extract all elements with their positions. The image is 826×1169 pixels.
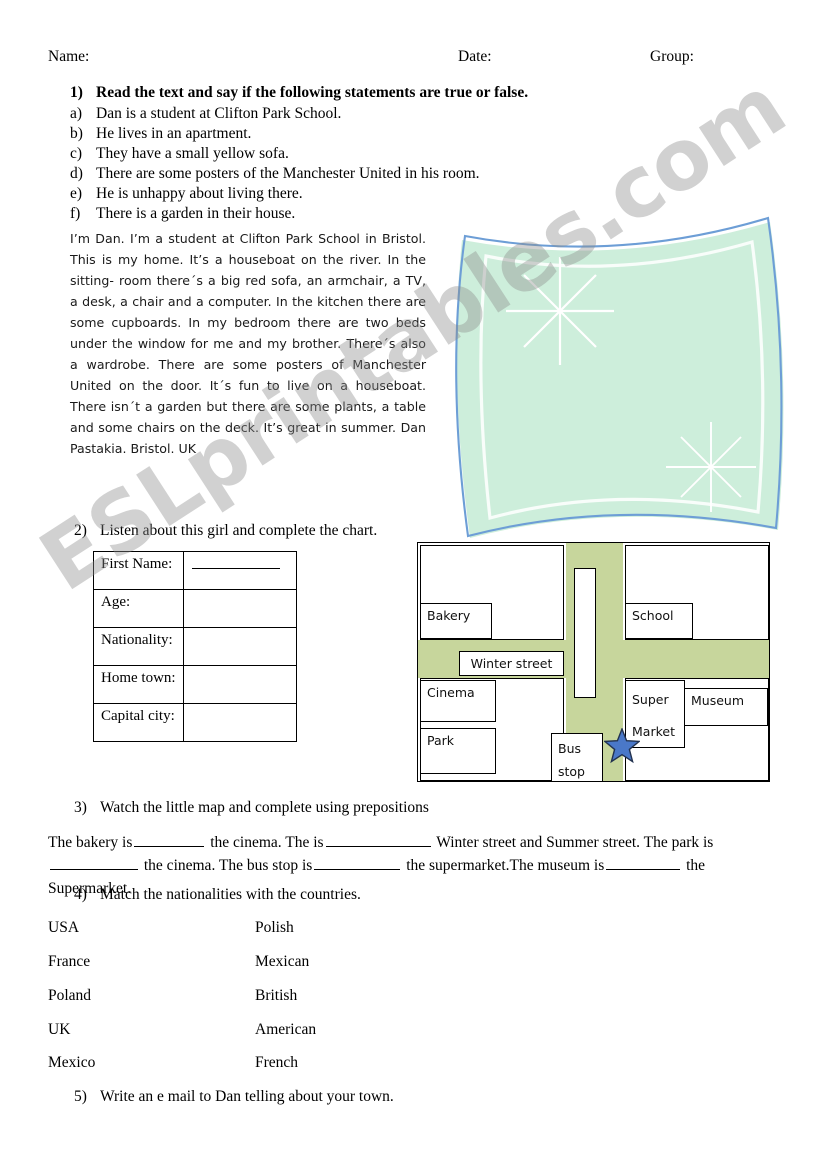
statement-c: c) They have a small yellow sofa. bbox=[70, 145, 289, 162]
row-label-first-name: First Name: bbox=[93, 551, 184, 590]
table-row: Nationality: bbox=[93, 627, 297, 666]
map-building-school: School bbox=[625, 603, 693, 639]
nationality-british[interactable]: British bbox=[255, 987, 297, 1004]
country-usa[interactable]: USA bbox=[48, 919, 79, 936]
group-label: Group: bbox=[650, 48, 694, 65]
row-value-age[interactable] bbox=[183, 589, 297, 628]
exercise-3-number: 3) bbox=[74, 799, 87, 816]
prep-blank-3[interactable] bbox=[50, 856, 138, 870]
statement-a-text: Dan is a student at Clifton Park School. bbox=[96, 105, 342, 122]
bus-stop-label-line2: stop bbox=[558, 764, 585, 779]
statement-f-marker: f) bbox=[70, 205, 81, 222]
exercise-5-heading: 5) Write an e mail to Dan telling about y… bbox=[74, 1088, 394, 1105]
nationality-mexican[interactable]: Mexican bbox=[255, 953, 309, 970]
prep-text-2: the cinema. The is bbox=[210, 834, 324, 851]
statement-d-marker: d) bbox=[70, 165, 83, 182]
name-label: Name: bbox=[48, 48, 90, 65]
statement-b: b) He lives in an apartment. bbox=[70, 125, 251, 142]
table-row: Capital city: bbox=[93, 703, 297, 742]
statement-d: d) There are some posters of the Manchest… bbox=[70, 165, 480, 182]
prep-text-5: the supermarket.The museum is bbox=[406, 857, 605, 874]
statement-e: e) He is unhappy about living there. bbox=[70, 185, 303, 202]
row-value-nationality[interactable] bbox=[183, 627, 297, 666]
exercise-1-number: 1) bbox=[70, 84, 83, 101]
statement-a: a) Dan is a student at Clifton Park Schoo… bbox=[70, 105, 341, 122]
statement-e-marker: e) bbox=[70, 185, 83, 202]
table-row: First Name: bbox=[93, 551, 297, 590]
map-building-museum: Museum bbox=[684, 688, 768, 726]
personal-info-chart: First Name: Age: Nationality: Home town:… bbox=[93, 551, 297, 742]
map-building-cinema: Cinema bbox=[420, 680, 496, 722]
country-france[interactable]: France bbox=[48, 953, 90, 970]
map-building-park: Park bbox=[420, 728, 496, 774]
map-label-winter-street: Winter street bbox=[459, 651, 564, 676]
exercise-2-title: Listen about this girl and complete the … bbox=[100, 522, 378, 539]
map-building-bus-stop: Bus stop bbox=[551, 733, 603, 782]
prep-blank-1[interactable] bbox=[134, 833, 205, 847]
supermarket-label-line1: Super bbox=[632, 692, 669, 707]
statement-f-text: There is a garden in their house. bbox=[96, 205, 296, 222]
reading-passage: I’m Dan. I’m a student at Clifton Park S… bbox=[70, 231, 426, 456]
statement-f: f) There is a garden in their house. bbox=[70, 205, 295, 222]
bus-stop-label-line1: Bus bbox=[558, 741, 582, 756]
prep-blank-5[interactable] bbox=[606, 856, 681, 870]
table-row: Age: bbox=[93, 589, 297, 628]
town-map: Bakery School Winter street Cinema Park … bbox=[417, 542, 770, 782]
exercise-2-number: 2) bbox=[74, 522, 87, 539]
prep-text-4: the cinema. The bus stop is bbox=[143, 857, 313, 874]
row-label-age: Age: bbox=[93, 589, 184, 628]
exercise-2-heading: 2) Listen about this girl and complete th… bbox=[74, 522, 377, 539]
statement-b-marker: b) bbox=[70, 125, 83, 142]
map-building-bakery: Bakery bbox=[420, 603, 492, 639]
row-value-capital-city[interactable] bbox=[183, 703, 297, 742]
row-label-capital-city: Capital city: bbox=[93, 703, 184, 742]
table-row: Home town: bbox=[93, 665, 297, 704]
nationality-polish[interactable]: Polish bbox=[255, 919, 294, 936]
exercise-3-title: Watch the little map and complete using … bbox=[100, 799, 429, 816]
prep-text-3: Winter street and Summer street. The par… bbox=[436, 834, 714, 851]
country-poland[interactable]: Poland bbox=[48, 987, 91, 1004]
exercise-5-number: 5) bbox=[74, 1088, 87, 1105]
nationality-french[interactable]: French bbox=[255, 1054, 298, 1071]
prep-blank-4[interactable] bbox=[314, 856, 401, 870]
country-uk[interactable]: UK bbox=[48, 1021, 70, 1038]
statement-c-text: They have a small yellow sofa. bbox=[96, 145, 289, 162]
row-value-home-town[interactable] bbox=[183, 665, 297, 704]
nationality-american[interactable]: American bbox=[255, 1021, 316, 1038]
statement-e-text: He is unhappy about living there. bbox=[96, 185, 303, 202]
date-label: Date: bbox=[458, 48, 492, 65]
exercise-3-heading: 3) Watch the little map and complete usin… bbox=[74, 799, 429, 816]
exercise-5-title: Write an e mail to Dan telling about you… bbox=[100, 1088, 394, 1105]
street-divider-strip bbox=[574, 568, 596, 698]
row-value-first-name[interactable] bbox=[183, 551, 297, 590]
decorative-green-square bbox=[455, 216, 784, 538]
row-label-home-town: Home town: bbox=[93, 665, 184, 704]
exercise-1-title: Read the text and say if the following s… bbox=[96, 84, 529, 101]
statement-c-marker: c) bbox=[70, 145, 83, 162]
prep-blank-2[interactable] bbox=[325, 833, 431, 847]
exercise-3-sentences: The bakery is the cinema. The is Winter … bbox=[48, 831, 788, 900]
answer-rule bbox=[192, 568, 280, 569]
star-marker-icon bbox=[604, 728, 640, 764]
sparkle-icon bbox=[506, 257, 614, 365]
sparkle-icon bbox=[666, 422, 756, 512]
prep-text-1: The bakery is bbox=[48, 834, 133, 851]
exercise-1-heading: 1) Read the text and say if the following… bbox=[70, 84, 528, 101]
country-mexico[interactable]: Mexico bbox=[48, 1054, 95, 1071]
row-label-nationality: Nationality: bbox=[93, 627, 184, 666]
statement-b-text: He lives in an apartment. bbox=[96, 125, 252, 142]
statement-d-text: There are some posters of the Manchester… bbox=[96, 165, 480, 182]
worksheet-page: ESLprintables.com Name: Date: Group: 1) R… bbox=[0, 0, 826, 1169]
statement-a-marker: a) bbox=[70, 105, 83, 122]
